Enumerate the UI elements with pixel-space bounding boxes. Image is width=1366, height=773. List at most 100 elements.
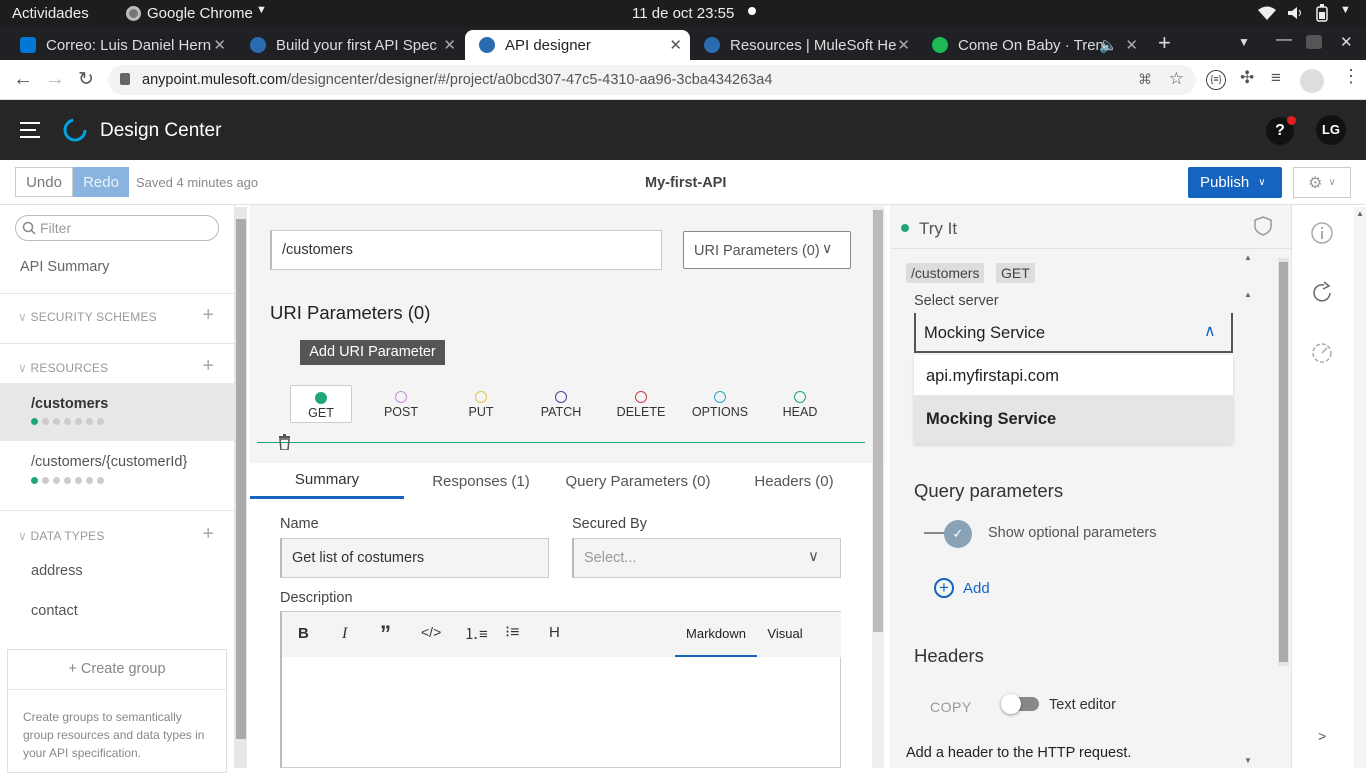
method-options[interactable]: OPTIONS: [689, 385, 751, 423]
sidebar-item-address[interactable]: address: [31, 563, 83, 579]
sidebar-item-customers[interactable]: /customers: [0, 383, 234, 441]
tab-visual[interactable]: Visual: [757, 626, 813, 657]
browser-tab[interactable]: Correo: Luis Daniel Hern ✕: [6, 30, 234, 60]
method-get[interactable]: GET: [290, 385, 352, 423]
clock[interactable]: 11 de oct 23:55: [632, 5, 734, 22]
method-post[interactable]: POST: [370, 385, 432, 423]
list-scroll-up-icon[interactable]: ▲: [1244, 290, 1252, 299]
tab-markdown[interactable]: Markdown: [675, 626, 757, 657]
browser-tab[interactable]: Build your first API Spec ✕: [236, 30, 464, 60]
share-arrow-icon[interactable]: [1310, 281, 1334, 305]
bookmark-star-icon[interactable]: ☆: [1169, 69, 1184, 89]
close-tab-icon[interactable]: ✕: [669, 36, 682, 54]
sidebar-item-contact[interactable]: contact: [31, 603, 78, 619]
system-menu-chevron-icon[interactable]: ▼: [1340, 4, 1351, 16]
add-resource-icon[interactable]: +: [202, 355, 214, 378]
tab-headers[interactable]: Headers (0): [718, 463, 870, 499]
text-editor-toggle[interactable]: [1001, 694, 1039, 714]
wifi-icon[interactable]: [1258, 6, 1276, 20]
create-group-button[interactable]: + Create group: [8, 650, 226, 690]
checkmark-icon[interactable]: ✓: [944, 520, 972, 548]
profile-icon[interactable]: [1300, 69, 1324, 93]
hamburger-menu-icon[interactable]: [20, 122, 40, 138]
battery-icon[interactable]: [1316, 4, 1328, 22]
trash-icon[interactable]: [278, 434, 291, 450]
redo-button[interactable]: Redo: [73, 167, 129, 197]
scroll-down-icon[interactable]: ▼: [1244, 756, 1252, 765]
server-option-selected[interactable]: Mocking Service: [914, 395, 1233, 444]
server-option[interactable]: api.myfirstapi.com: [914, 355, 1233, 395]
method-put[interactable]: PUT: [450, 385, 512, 423]
app-menu[interactable]: Google Chrome: [147, 5, 253, 22]
tab-query-parameters[interactable]: Query Parameters (0): [558, 463, 718, 499]
bullet-list-icon[interactable]: ⁝≡: [505, 622, 519, 642]
url-field[interactable]: anypoint.mulesoft.com/designcenter/desig…: [108, 65, 1196, 95]
resources-section[interactable]: ∨ RESOURCES: [18, 361, 108, 375]
code-icon[interactable]: </>: [421, 624, 441, 640]
restore-icon[interactable]: [1306, 35, 1322, 49]
heading-icon[interactable]: H: [549, 624, 560, 641]
new-tab-icon[interactable]: +: [1158, 30, 1171, 56]
secured-by-select[interactable]: Select... ∨: [572, 538, 841, 578]
close-tab-icon[interactable]: ✕: [213, 36, 226, 54]
expand-panel-icon[interactable]: >: [1318, 728, 1326, 744]
scroll-up-icon[interactable]: ▲: [1244, 253, 1252, 262]
media-icon[interactable]: ≡: [1271, 68, 1281, 88]
tab-search-icon[interactable]: ▼: [1238, 35, 1250, 49]
description-editor[interactable]: B I ” </> ⒈≡ ⁝≡ H Markdown Visual: [280, 611, 841, 768]
resource-path-field[interactable]: /customers: [270, 230, 662, 270]
method-delete[interactable]: DELETE: [610, 385, 672, 423]
browser-menu-icon[interactable]: ⋮: [1342, 66, 1360, 87]
sidebar-item-customer-id[interactable]: /customers/{customerId}: [0, 445, 234, 497]
translate-icon[interactable]: ⌘: [1138, 71, 1152, 88]
reload-icon[interactable]: ↻: [78, 68, 94, 91]
page-scrollbar[interactable]: ▲: [1354, 207, 1366, 768]
add-data-type-icon[interactable]: +: [202, 523, 214, 546]
ordered-list-icon[interactable]: ⒈≡: [464, 623, 488, 644]
close-tab-icon[interactable]: ✕: [1125, 36, 1138, 54]
add-uri-parameter-button[interactable]: Add URI Parameter: [300, 340, 445, 365]
editor-scrollbar[interactable]: [872, 207, 884, 768]
method-head[interactable]: HEAD: [769, 385, 831, 423]
tab-summary[interactable]: Summary: [250, 463, 404, 499]
try-it-scrollbar[interactable]: [1278, 258, 1289, 666]
avatar[interactable]: LG: [1316, 115, 1346, 145]
filter-input[interactable]: Filter: [15, 215, 219, 241]
copy-button[interactable]: COPY: [930, 699, 972, 715]
volume-icon[interactable]: [1287, 6, 1303, 20]
add-security-scheme-icon[interactable]: +: [202, 304, 214, 327]
name-field[interactable]: Get list of costumers: [280, 538, 549, 578]
activities-button[interactable]: Actividades: [12, 5, 89, 22]
italic-icon[interactable]: I: [342, 625, 347, 643]
forward-icon[interactable]: →: [45, 68, 65, 91]
browser-tab[interactable]: Resources | MuleSoft He ✕: [690, 30, 918, 60]
extensions-icon[interactable]: ✣: [1240, 68, 1254, 88]
settings-button[interactable]: ⚙ ∨: [1293, 167, 1351, 198]
add-query-parameter-button[interactable]: + Add: [934, 577, 990, 599]
close-window-icon[interactable]: ✕: [1340, 33, 1353, 51]
close-tab-icon[interactable]: ✕: [897, 36, 910, 54]
back-icon[interactable]: ←: [13, 68, 33, 91]
api-summary-link[interactable]: API Summary: [20, 259, 109, 275]
publish-button[interactable]: Publish ∨: [1188, 167, 1282, 198]
tab-responses[interactable]: Responses (1): [404, 463, 558, 499]
sidebar-scrollbar[interactable]: [235, 207, 247, 768]
minimize-icon[interactable]: —: [1276, 31, 1292, 49]
scroll-up-icon[interactable]: ▲: [1356, 209, 1364, 218]
browser-tab[interactable]: Come On Baby · Tren 🔈 ✕: [918, 30, 1146, 60]
method-patch[interactable]: PATCH: [530, 385, 592, 423]
quote-icon[interactable]: ”: [380, 621, 391, 647]
mocking-service-icon[interactable]: [1310, 341, 1334, 365]
security-schemes-section[interactable]: ∨ SECURITY SCHEMES: [18, 310, 157, 324]
info-icon[interactable]: [1310, 221, 1334, 245]
shield-icon[interactable]: [1254, 216, 1272, 236]
data-types-section[interactable]: ∨ DATA TYPES: [18, 529, 105, 543]
undo-button[interactable]: Undo: [15, 167, 73, 197]
json-extension-icon[interactable]: {≡}: [1206, 70, 1226, 90]
close-tab-icon[interactable]: ✕: [443, 36, 456, 54]
uri-parameters-dropdown[interactable]: URI Parameters (0) ∨: [683, 231, 851, 269]
server-select[interactable]: Mocking Service ∧: [914, 313, 1233, 353]
bold-icon[interactable]: B: [298, 625, 309, 642]
browser-tab-active[interactable]: API designer ✕: [465, 30, 690, 60]
optional-toggle-track[interactable]: [924, 532, 946, 534]
